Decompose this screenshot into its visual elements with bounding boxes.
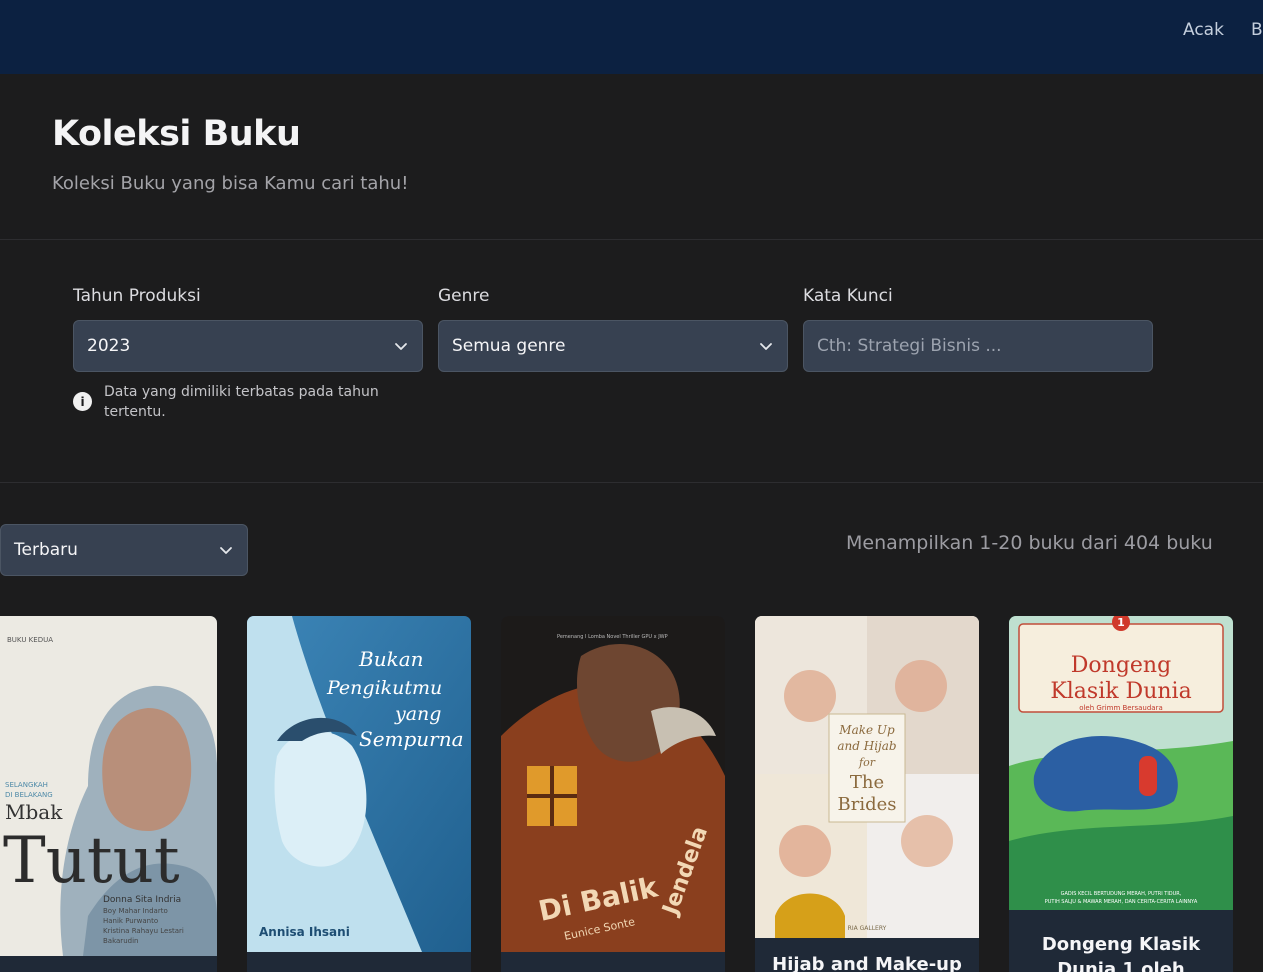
cover-text: PUTIH SALJU & MAWAR MERAH, DAN CERITA-CE… [1045, 899, 1198, 905]
cover-text: Bakarudin [103, 937, 138, 945]
cover-text: Pemenang I Lomba Novel Thriller GPU x JW… [557, 634, 668, 640]
chevron-down-icon [758, 338, 774, 354]
book-card[interactable]: Pemenang I Lomba Novel Thriller GPU x JW… [501, 616, 725, 972]
cover-text: Kristina Rahayu Lestari [103, 927, 184, 935]
cover-text: Brides [837, 794, 896, 815]
keyword-search-input[interactable] [803, 320, 1153, 372]
chevron-down-icon [393, 338, 409, 354]
nav-link-b[interactable]: B [1251, 20, 1263, 40]
nav-link-acak[interactable]: Acak [1183, 20, 1224, 40]
cover-text: Bukan [358, 647, 424, 671]
book-cover: BUKU KEDUA SELANGKAH DI BELAKANG Mbak Tu… [0, 616, 217, 956]
section-divider [0, 482, 1263, 483]
book-cover: 1 Dongeng Klasik Dunia oleh Grimm Bersau… [1009, 616, 1233, 910]
cover-text: yang [394, 703, 441, 725]
year-filter-label: Tahun Produksi [73, 286, 201, 306]
page-subtitle: Koleksi Buku yang bisa Kamu cari tahu! [52, 173, 409, 194]
cover-text: Annisa Ihsani [259, 925, 350, 939]
genre-select[interactable]: Semua genre [438, 320, 788, 372]
cover-text: SELANGKAH [5, 781, 48, 789]
info-text: Data yang dimiliki terbatas pada tahun t… [104, 384, 379, 420]
book-cover: Pemenang I Lomba Novel Thriller GPU x JW… [501, 616, 725, 952]
book-title: Hijab and Make-up [772, 954, 962, 972]
cover-text: The [850, 772, 884, 793]
cover-text: Donna Sita Indria [103, 895, 181, 905]
book-cover: Bukan Pengikutmu yang Sempurna Annisa Ih… [247, 616, 471, 952]
cover-text: RIA GALLERY [848, 925, 887, 932]
book-card[interactable]: BUKU KEDUA SELANGKAH DI BELAKANG Mbak Tu… [0, 616, 217, 972]
results-summary: Menampilkan 1-20 buku dari 404 buku [846, 532, 1213, 554]
year-info-note: i Data yang dimiliki terbatas pada tahun… [73, 382, 413, 422]
cover-text: Dongeng [1071, 653, 1171, 678]
year-select[interactable]: 2023 [73, 320, 423, 372]
cover-text: BUKU KEDUA [7, 636, 53, 644]
book-card[interactable]: 1 Dongeng Klasik Dunia oleh Grimm Bersau… [1009, 616, 1233, 972]
genre-select-value: Semua genre [452, 336, 566, 356]
cover-text: Tutut [3, 824, 180, 898]
cover-text: 1 [1117, 616, 1125, 629]
year-select-value: 2023 [87, 336, 131, 356]
cover-text: Pengikutmu [326, 677, 442, 699]
info-icon: i [73, 392, 92, 411]
chevron-down-icon [218, 542, 234, 558]
sort-select[interactable]: Terbaru [0, 524, 248, 576]
keyword-filter-label: Kata Kunci [803, 286, 893, 306]
book-card[interactable]: Bukan Pengikutmu yang Sempurna Annisa Ih… [247, 616, 471, 972]
book-cover: Make Up and Hijab for The Brides RIA GAL… [755, 616, 979, 938]
cover-text: for [858, 756, 876, 769]
cover-text: DI BELAKANG [5, 791, 53, 799]
cover-text: Klasik Dunia [1050, 679, 1191, 704]
top-navigation-bar: Acak B [0, 0, 1263, 74]
cover-text: Mbak [5, 800, 63, 824]
book-title: Dongeng Klasik Dunia 1 oleh Grimm [1041, 934, 1201, 972]
cover-text: oleh Grimm Bersaudara [1079, 704, 1163, 712]
book-card[interactable]: Make Up and Hijab for The Brides RIA GAL… [755, 616, 979, 972]
sort-select-value: Terbaru [14, 540, 78, 560]
section-divider [0, 239, 1263, 240]
page-title: Koleksi Buku [52, 114, 301, 154]
cover-text: Hanik Purwanto [103, 917, 158, 925]
cover-text: Boy Mahar Indarto [103, 907, 168, 915]
cover-text: and Hijab [837, 739, 896, 753]
genre-filter-label: Genre [438, 286, 490, 306]
cover-text: Sempurna [359, 727, 464, 751]
cover-text: GADIS KECIL BERTUDUNG MERAH, PUTRI TIDUR… [1061, 891, 1182, 897]
cover-text: Make Up [838, 723, 895, 737]
